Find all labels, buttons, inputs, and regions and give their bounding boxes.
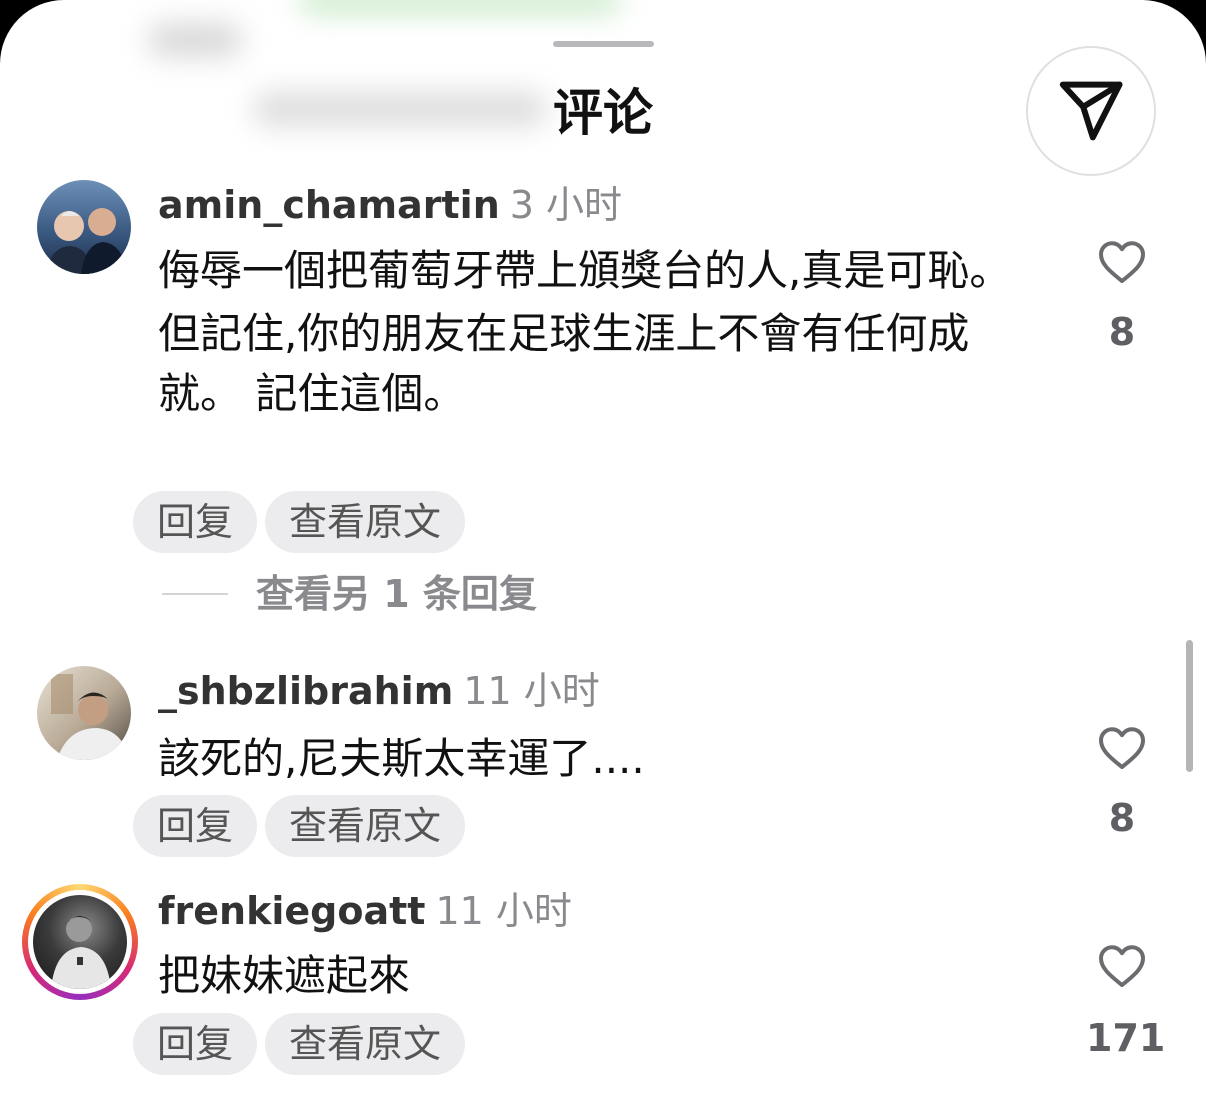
avatar[interactable]	[37, 180, 131, 274]
comment-header: _shbzlibrahim 11 小时	[158, 666, 600, 716]
comment-time: 11 小时	[463, 669, 600, 713]
view-replies-label: 查看另 1 条回复	[256, 572, 537, 616]
reply-button[interactable]: 回复	[133, 1013, 258, 1075]
comment-text: 該死的,尼夫斯太幸運了....	[158, 729, 1038, 789]
divider-line	[162, 593, 228, 595]
reply-button[interactable]: 回复	[133, 491, 258, 553]
comments-sheet: 评论 amin_chamartin 3 小时 侮辱一個把葡萄牙帶上頒獎台的人,真是…	[0, 0, 1206, 1101]
scrollbar[interactable]	[1186, 640, 1193, 772]
see-original-button[interactable]: 查看原文	[265, 491, 466, 553]
blurred-background-bar	[300, 0, 620, 12]
username[interactable]: frenkiegoatt	[158, 889, 425, 933]
username[interactable]: _shbzlibrahim	[158, 669, 453, 713]
reply-button[interactable]: 回复	[133, 795, 258, 857]
comment-paragraph: 侮辱一個把葡萄牙帶上頒獎台的人,真是可恥。	[158, 246, 1012, 295]
comment-header: amin_chamartin 3 小时	[158, 180, 622, 230]
avatar[interactable]	[37, 666, 131, 760]
send-icon	[1059, 81, 1123, 141]
username[interactable]: amin_chamartin	[158, 183, 500, 227]
share-button[interactable]	[1026, 46, 1156, 176]
comment-time: 11 小时	[435, 889, 572, 933]
drag-handle[interactable]	[553, 41, 654, 47]
like-count: 8	[1108, 310, 1136, 354]
see-original-button[interactable]: 查看原文	[265, 795, 466, 857]
comment-paragraph: 該死的,尼夫斯太幸運了....	[158, 734, 645, 783]
like-heart-icon[interactable]	[1098, 240, 1146, 284]
story-ring[interactable]	[22, 884, 138, 1000]
comment-paragraph: 但記住,你的朋友在足球生涯上不會有任何成就。 記住這個。	[158, 309, 970, 418]
story-ring-gap	[28, 890, 132, 994]
comment-text: 侮辱一個把葡萄牙帶上頒獎台的人,真是可恥。 但記住,你的朋友在足球生涯上不會有任…	[158, 241, 1038, 424]
blurred-background-block	[150, 24, 240, 56]
like-count: 8	[1108, 796, 1136, 840]
see-original-button[interactable]: 查看原文	[265, 1013, 466, 1075]
comment-paragraph: 把妹妹遮起來	[158, 951, 411, 1000]
comment-time: 3 小时	[509, 183, 623, 227]
like-count: 171	[1086, 1016, 1166, 1060]
comment-text: 把妹妹遮起來	[158, 946, 1038, 1006]
avatar	[33, 895, 127, 989]
like-heart-icon[interactable]	[1098, 944, 1146, 988]
like-heart-icon[interactable]	[1098, 726, 1146, 770]
comment-header: frenkiegoatt 11 小时	[158, 886, 572, 936]
